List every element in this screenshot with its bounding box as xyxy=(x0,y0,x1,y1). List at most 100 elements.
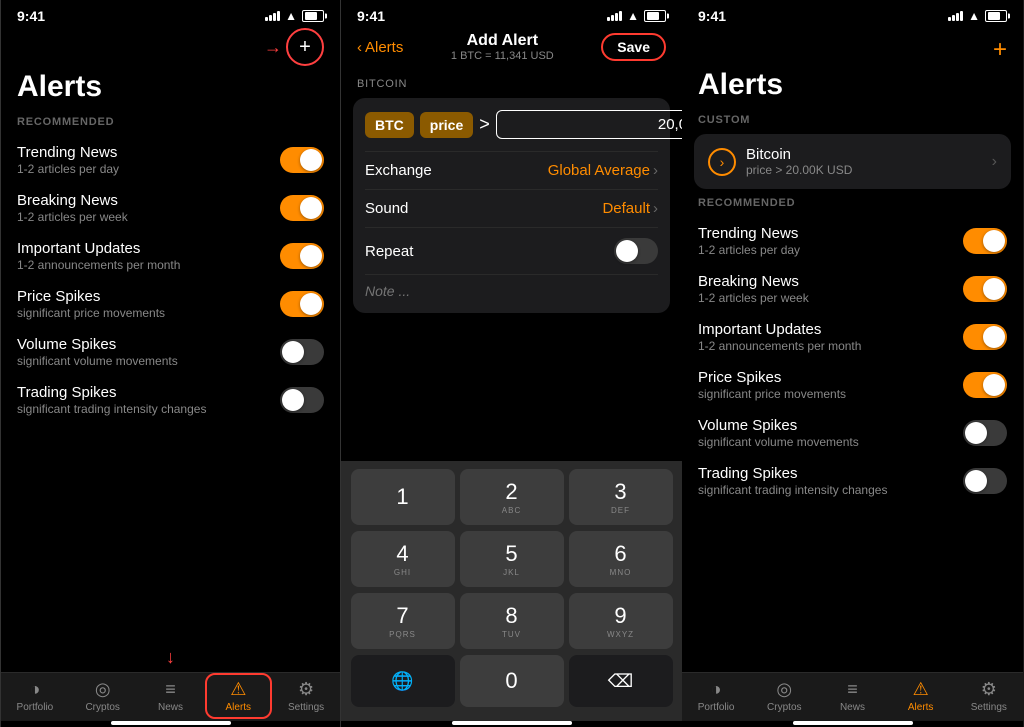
key-4[interactable]: 4GHI xyxy=(351,531,455,587)
cryptos-icon-1: ◎ xyxy=(95,679,111,700)
alert-item-trading-spikes: Trading Spikes significant trading inten… xyxy=(1,376,340,424)
panel-1-alerts-list: 9:41 ▲ → + Alerts RECOMMENDED xyxy=(0,0,341,727)
exchange-row[interactable]: Exchange Global Average › xyxy=(365,151,658,189)
p3-alert-trending: Trending News 1-2 articles per day xyxy=(682,217,1023,265)
tab-label-portfolio-3: Portfolio xyxy=(698,702,735,713)
tab-label-alerts-3: Alerts xyxy=(908,702,934,713)
key-1[interactable]: 1 xyxy=(351,469,455,525)
custom-alert-info: Bitcoin price > 20.00K USD xyxy=(746,146,852,177)
operator-label: > xyxy=(479,114,490,135)
panel3-header: + xyxy=(682,28,1023,68)
panel-2-add-alert: 9:41 ▲ ‹ Alerts Add Alert 1 BTC = 11,341… xyxy=(341,0,682,727)
sound-value: Default › xyxy=(602,200,658,217)
note-input[interactable] xyxy=(365,274,658,301)
toggle-trading-spikes[interactable] xyxy=(280,387,324,413)
p3-subtitle-breaking: 1-2 articles per week xyxy=(698,291,809,305)
signal-icon-2 xyxy=(607,11,622,21)
toggle-important-updates[interactable] xyxy=(280,243,324,269)
toggle-breaking-news[interactable] xyxy=(280,195,324,221)
status-bar-2: 9:41 ▲ xyxy=(341,0,682,28)
status-time-2: 9:41 xyxy=(357,8,385,24)
exchange-value: Global Average › xyxy=(548,162,658,179)
key-5[interactable]: 5JKL xyxy=(460,531,564,587)
status-icons-1: ▲ xyxy=(265,9,324,23)
toggle-trending-news[interactable] xyxy=(280,147,324,173)
tab-news-3[interactable]: ≡ News xyxy=(825,679,880,713)
status-time-3: 9:41 xyxy=(698,8,726,24)
news-icon-1: ≡ xyxy=(165,679,176,700)
tab-cryptos-1[interactable]: ◎ Cryptos xyxy=(75,679,130,713)
exchange-label: Exchange xyxy=(365,162,432,179)
p3-toggle-volume[interactable] xyxy=(963,420,1007,446)
add-plus-button[interactable]: + xyxy=(993,36,1007,64)
section-recommended-1: RECOMMENDED xyxy=(1,116,340,136)
price-input[interactable] xyxy=(496,110,682,139)
page-title-1: Alerts xyxy=(1,70,340,116)
crypto-chip[interactable]: BTC xyxy=(365,112,414,138)
type-chip[interactable]: price xyxy=(420,112,473,138)
back-button[interactable]: ‹ Alerts xyxy=(357,39,403,56)
tab-settings-3[interactable]: ⚙ Settings xyxy=(961,679,1016,713)
custom-alert-chevron-icon: › xyxy=(992,153,997,171)
page-title-3: Alerts xyxy=(682,68,1023,114)
nav-title-section: Add Alert 1 BTC = 11,341 USD xyxy=(451,32,554,62)
nav-subtitle: 1 BTC = 11,341 USD xyxy=(451,50,554,62)
portfolio-icon-1: ◑ xyxy=(29,679,40,700)
key-6[interactable]: 6MNO xyxy=(569,531,673,587)
panel-3-alerts-custom: 9:41 ▲ + Alerts CUSTOM › Bitcoin xyxy=(682,0,1023,727)
key-7[interactable]: 7PQRS xyxy=(351,593,455,649)
add-alert-button[interactable]: + xyxy=(286,28,324,66)
alert-subtitle-price: significant price movements xyxy=(17,306,165,320)
battery-icon-3 xyxy=(985,10,1007,22)
repeat-toggle[interactable] xyxy=(614,238,658,264)
p3-toggle-breaking[interactable] xyxy=(963,276,1007,302)
p3-toggle-trading[interactable] xyxy=(963,468,1007,494)
alert-title-trading: Trading Spikes xyxy=(17,384,206,401)
custom-alert-bitcoin[interactable]: › Bitcoin price > 20.00K USD › xyxy=(694,134,1011,189)
alert-subtitle-volume: significant volume movements xyxy=(17,354,178,368)
key-8[interactable]: 8TUV xyxy=(460,593,564,649)
key-globe[interactable]: 🌐 xyxy=(351,655,455,707)
p3-toggle-trending[interactable] xyxy=(963,228,1007,254)
alert-item-important-updates: Important Updates 1-2 announcements per … xyxy=(1,232,340,280)
bitcoin-alert-icon: › xyxy=(708,148,736,176)
alert-title-important: Important Updates xyxy=(17,240,180,257)
p3-toggle-price[interactable] xyxy=(963,372,1007,398)
key-3[interactable]: 3DEF xyxy=(569,469,673,525)
custom-alert-subtitle: price > 20.00K USD xyxy=(746,163,852,177)
toggle-volume-spikes[interactable] xyxy=(280,339,324,365)
p3-toggle-important[interactable] xyxy=(963,324,1007,350)
p3-alert-price: Price Spikes significant price movements xyxy=(682,361,1023,409)
p3-title-trending: Trending News xyxy=(698,225,800,242)
p3-title-trading: Trading Spikes xyxy=(698,465,887,482)
alert-title-breaking: Breaking News xyxy=(17,192,128,209)
tab-settings-1[interactable]: ⚙ Settings xyxy=(279,679,334,713)
panel3-scroll: CUSTOM › Bitcoin price > 20.00K USD › RE… xyxy=(682,114,1023,672)
save-button[interactable]: Save xyxy=(601,33,666,61)
tab-portfolio-3[interactable]: ◑ Portfolio xyxy=(689,679,744,713)
p3-subtitle-important: 1-2 announcements per month xyxy=(698,339,861,353)
alert-item-trending-news: Trending News 1-2 articles per day xyxy=(1,136,340,184)
tab-cryptos-3[interactable]: ◎ Cryptos xyxy=(757,679,812,713)
alert-title-volume: Volume Spikes xyxy=(17,336,178,353)
p3-alert-important: Important Updates 1-2 announcements per … xyxy=(682,313,1023,361)
tab-label-news-1: News xyxy=(158,702,183,713)
tab-alerts-1[interactable]: ⚠ Alerts xyxy=(211,679,266,713)
tab-portfolio-1[interactable]: ◑ Portfolio xyxy=(7,679,62,713)
status-time-1: 9:41 xyxy=(17,8,45,24)
key-2[interactable]: 2ABC xyxy=(460,469,564,525)
toggle-price-spikes[interactable] xyxy=(280,291,324,317)
tab-alerts-3[interactable]: ⚠ Alerts xyxy=(893,679,948,713)
alert-title-price: Price Spikes xyxy=(17,288,165,305)
tab-news-1[interactable]: ≡ News xyxy=(143,679,198,713)
sound-row[interactable]: Sound Default › xyxy=(365,189,658,227)
exchange-chevron-icon: › xyxy=(653,162,658,179)
tab-label-cryptos-3: Cryptos xyxy=(767,702,801,713)
keyboard-row-2: 4GHI 5JKL 6MNO xyxy=(345,531,678,587)
p3-alert-trading: Trading Spikes significant trading inten… xyxy=(682,457,1023,505)
key-9[interactable]: 9WXYZ xyxy=(569,593,673,649)
key-0[interactable]: 0 xyxy=(460,655,564,707)
sound-chevron-icon: › xyxy=(653,200,658,217)
key-delete[interactable]: ⌫ xyxy=(569,655,673,707)
globe-icon: 🌐 xyxy=(391,671,413,692)
